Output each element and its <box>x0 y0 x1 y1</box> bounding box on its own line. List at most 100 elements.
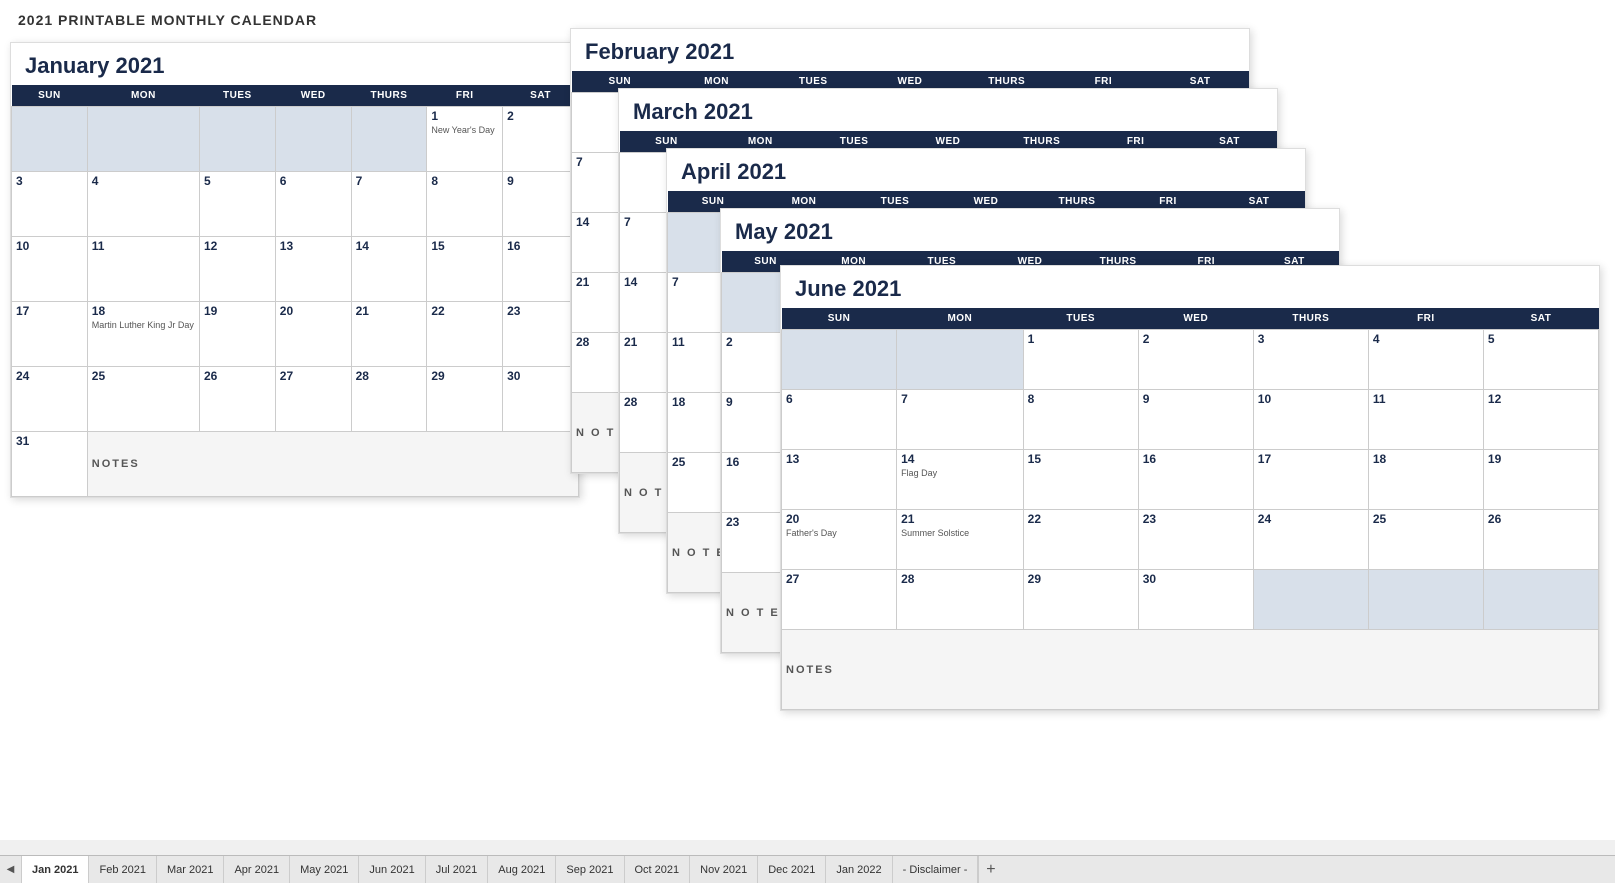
tab-jun-2021[interactable]: Jun 2021 <box>359 856 425 883</box>
jun-month-title: June 2021 <box>781 266 1599 308</box>
table-row: 27 <box>782 570 897 630</box>
table-row: 5 <box>200 172 276 237</box>
table-row: 23 <box>1138 510 1253 570</box>
may-month-title: May 2021 <box>721 209 1339 251</box>
tab-jan-2022[interactable]: Jan 2022 <box>826 856 892 883</box>
table-row: 24 <box>1253 510 1368 570</box>
table-row: 13 <box>275 237 351 302</box>
tab-mar-2021[interactable]: Mar 2021 <box>157 856 224 883</box>
tab-sep-2021[interactable]: Sep 2021 <box>556 856 624 883</box>
table-row: 21 <box>351 302 427 367</box>
table-row: 20Father's Day <box>782 510 897 570</box>
jun-col-thurs: THURS <box>1253 308 1368 330</box>
tab-jan-2021[interactable]: Jan 2021 <box>22 856 89 883</box>
table-row: 15 <box>1023 450 1138 510</box>
main-area: 2021 PRINTABLE MONTHLY CALENDAR January … <box>0 0 1615 840</box>
table-row: 30 <box>1138 570 1253 630</box>
table-row <box>897 330 1024 390</box>
jan-col-mon: MON <box>87 85 199 107</box>
jan-col-fri: FRI <box>427 85 503 107</box>
table-row: 7 <box>897 390 1024 450</box>
table-row <box>1483 570 1598 630</box>
jun-col-sun: SUN <box>782 308 897 330</box>
tab-oct-2021[interactable]: Oct 2021 <box>625 856 691 883</box>
table-row: 8 <box>427 172 503 237</box>
table-row: 20 <box>275 302 351 367</box>
table-row: 9 <box>1138 390 1253 450</box>
table-row: 30 <box>503 367 579 432</box>
table-row: 12 <box>1483 390 1598 450</box>
tab-feb-2021[interactable]: Feb 2021 <box>89 856 156 883</box>
table-row: 6 <box>275 172 351 237</box>
tab-nov-2021[interactable]: Nov 2021 <box>690 856 758 883</box>
table-row: 28 <box>351 367 427 432</box>
table-row: 31 <box>12 432 88 497</box>
tab-arrow-left[interactable]: ◀ <box>0 856 22 883</box>
table-row: 16 <box>1138 450 1253 510</box>
table-row: 23 <box>503 302 579 367</box>
table-row: 11 <box>1368 390 1483 450</box>
table-row: 7 <box>351 172 427 237</box>
table-row: 1 <box>1023 330 1138 390</box>
jan-grid: SUN MON TUES WED THURS FRI SAT 1New Year… <box>11 85 579 497</box>
jun-col-mon: MON <box>897 308 1024 330</box>
table-row: 16 <box>503 237 579 302</box>
tab-aug-2021[interactable]: Aug 2021 <box>488 856 556 883</box>
jun-grid: SUN MON TUES WED THURS FRI SAT 1 2 3 4 <box>781 308 1599 710</box>
tab-apr-2021[interactable]: Apr 2021 <box>224 856 290 883</box>
table-row <box>782 330 897 390</box>
table-row: 22 <box>427 302 503 367</box>
table-row: 5 <box>1483 330 1598 390</box>
table-row: 29 <box>1023 570 1138 630</box>
table-row: 19 <box>200 302 276 367</box>
jun-notes: NOTES <box>782 630 1599 710</box>
tab-jul-2021[interactable]: Jul 2021 <box>426 856 489 883</box>
table-row: 17 <box>12 302 88 367</box>
table-row: 10 <box>12 237 88 302</box>
table-row: 19 <box>1483 450 1598 510</box>
table-row: 22 <box>1023 510 1138 570</box>
table-row: 4 <box>87 172 199 237</box>
table-row <box>351 107 427 172</box>
table-row <box>200 107 276 172</box>
jan-notes: NOTES <box>87 432 578 497</box>
table-row: 25 <box>1368 510 1483 570</box>
jan-col-sun: SUN <box>12 85 88 107</box>
table-row <box>12 107 88 172</box>
table-row: 26 <box>1483 510 1598 570</box>
jun-col-wed: WED <box>1138 308 1253 330</box>
table-row: 8 <box>1023 390 1138 450</box>
tab-may-2021[interactable]: May 2021 <box>290 856 359 883</box>
jun-col-sat: SAT <box>1483 308 1598 330</box>
table-row: 2 <box>503 107 579 172</box>
table-row: 6 <box>782 390 897 450</box>
table-row: 25 <box>87 367 199 432</box>
june-calendar: June 2021 SUN MON TUES WED THURS FRI SAT… <box>780 265 1600 711</box>
table-row: 1New Year's Day <box>427 107 503 172</box>
table-row: 9 <box>503 172 579 237</box>
tab-disclaimer[interactable]: - Disclaimer - <box>893 856 979 883</box>
table-row: 2 <box>1138 330 1253 390</box>
jan-col-tues: TUES <box>200 85 276 107</box>
table-row: 3 <box>12 172 88 237</box>
table-row: 15 <box>427 237 503 302</box>
table-row: 10 <box>1253 390 1368 450</box>
table-row: 24 <box>12 367 88 432</box>
table-row <box>1368 570 1483 630</box>
table-row: 28 <box>897 570 1024 630</box>
january-calendar: January 2021 SUN MON TUES WED THURS FRI … <box>10 42 580 498</box>
table-row: 14 <box>351 237 427 302</box>
table-row: 11 <box>87 237 199 302</box>
feb-month-title: February 2021 <box>571 29 1249 71</box>
table-row: 26 <box>200 367 276 432</box>
jun-col-fri: FRI <box>1368 308 1483 330</box>
table-row: 17 <box>1253 450 1368 510</box>
tab-dec-2021[interactable]: Dec 2021 <box>758 856 826 883</box>
mar-month-title: March 2021 <box>619 89 1277 131</box>
table-row: 3 <box>1253 330 1368 390</box>
jan-col-sat: SAT <box>503 85 579 107</box>
tab-add-button[interactable]: + <box>978 856 1002 883</box>
table-row: 14Flag Day <box>897 450 1024 510</box>
table-row <box>87 107 199 172</box>
apr-month-title: April 2021 <box>667 149 1305 191</box>
